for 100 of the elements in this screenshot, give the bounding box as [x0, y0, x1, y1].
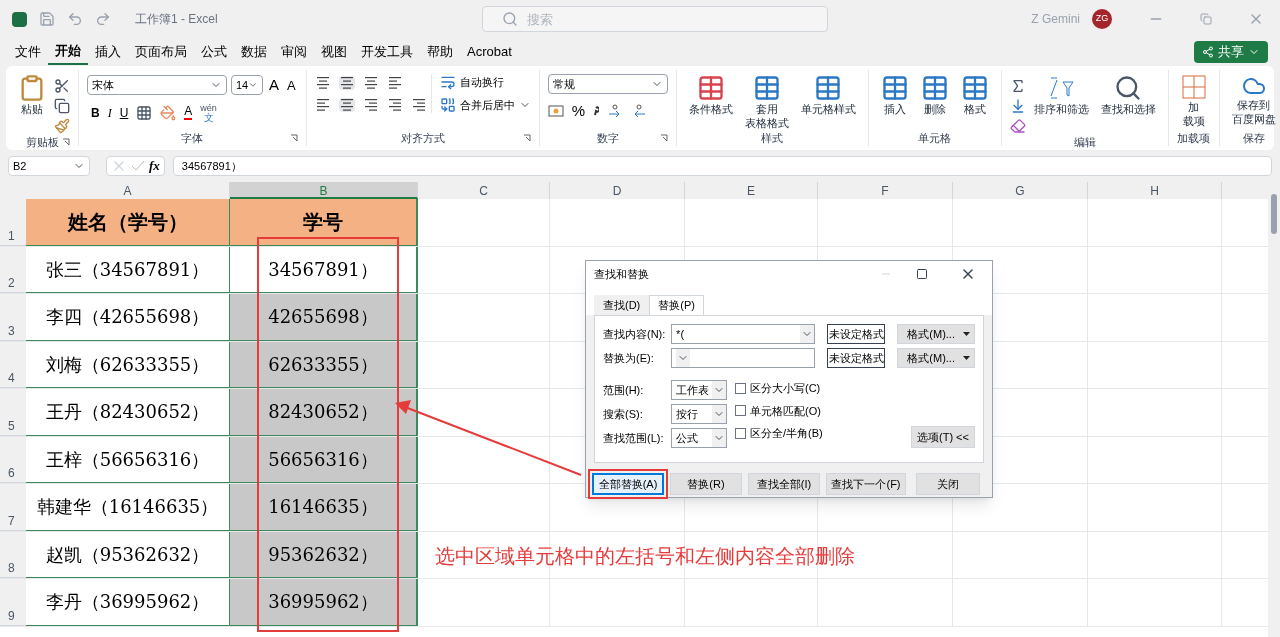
check-icon[interactable]	[131, 160, 145, 172]
share-icon	[1202, 46, 1214, 58]
dropdown[interactable]: 按行	[671, 404, 727, 424]
menu-tab[interactable]: 审阅	[274, 39, 314, 65]
row-header[interactable]: 3	[0, 294, 26, 341]
increase-indent-icon[interactable]	[410, 98, 427, 112]
copy-icon[interactable]	[54, 98, 70, 114]
align-left-icon[interactable]	[314, 98, 331, 112]
font-name-field[interactable]: 宋体	[87, 75, 227, 96]
dropdown[interactable]: 工作表	[671, 380, 727, 400]
menu-tab[interactable]: 公式	[194, 39, 234, 65]
column-header[interactable]: G	[953, 182, 1088, 199]
bottom-align-icon[interactable]	[362, 76, 379, 90]
font-size-field[interactable]: 14	[231, 75, 263, 96]
bold-button[interactable]: B	[91, 103, 100, 122]
italic-button[interactable]: I	[107, 103, 112, 122]
function-button[interactable]: fx	[149, 156, 160, 176]
styles-button[interactable]: 单元格样式	[796, 74, 860, 116]
menu-tab[interactable]: 插入	[88, 39, 128, 65]
row-header[interactable]: 4	[0, 341, 26, 388]
top-align-icon[interactable]	[314, 76, 331, 90]
column-header[interactable]: H	[1088, 182, 1222, 199]
menu-tab[interactable]: 帮助	[420, 39, 460, 65]
formula-field[interactable]: 34567891）	[172, 156, 1272, 176]
search-text-field[interactable]: *(	[671, 324, 815, 344]
row-header[interactable]: 2	[0, 246, 26, 293]
editing-button[interactable]: 查找和选择	[1096, 74, 1160, 116]
checkbox[interactable]	[735, 427, 746, 439]
menu-tab[interactable]: 文件	[8, 39, 48, 65]
merge-center-button[interactable]: 合并后居中	[439, 96, 531, 113]
search-field[interactable]: 搜索	[481, 6, 828, 32]
column-header[interactable]: E	[685, 182, 818, 199]
row-header[interactable]: 5	[0, 389, 26, 436]
row-header[interactable]: 6	[0, 436, 26, 483]
column-header[interactable]: F	[818, 182, 953, 199]
avatar[interactable]: ZG	[1092, 9, 1112, 29]
cells-button[interactable]: 格式	[956, 74, 993, 116]
menu-tab[interactable]: 页面布局	[128, 39, 194, 65]
format-button[interactable]: 格式(M)...	[897, 324, 975, 344]
underline-button[interactable]: U	[119, 103, 129, 122]
launcher-icon[interactable]	[522, 134, 531, 142]
launcher-icon[interactable]	[62, 138, 70, 146]
row-header[interactable]: 9	[0, 579, 26, 626]
maximize-icon[interactable]	[916, 268, 928, 280]
menu-tab[interactable]: 视图	[314, 39, 354, 65]
font-color-button[interactable]: A	[184, 105, 193, 120]
menu-tab[interactable]: 数据	[234, 39, 274, 65]
number-format-field[interactable]: 常规	[547, 74, 668, 94]
field-label: 搜索(S):	[603, 406, 644, 422]
merge-icon	[439, 96, 456, 113]
column-header[interactable]: C	[418, 182, 550, 199]
menu-tab[interactable]: Acrobat	[460, 39, 519, 65]
name-box[interactable]: B2	[8, 156, 90, 176]
addins-button[interactable]: 加 载项	[1176, 74, 1211, 128]
fill-color-icon[interactable]	[160, 104, 177, 121]
group-label: 保存	[1242, 131, 1265, 146]
field-label: 查找范围(L):	[603, 430, 665, 446]
percent-button[interactable]: %	[571, 100, 586, 123]
checkbox[interactable]	[735, 382, 746, 394]
checkbox[interactable]	[735, 405, 746, 417]
dialog-button[interactable]: 关闭	[916, 473, 980, 495]
column-header[interactable]: D	[550, 182, 685, 199]
cut-icon[interactable]	[54, 78, 70, 94]
share-button[interactable]: 共享	[1194, 41, 1268, 63]
launcher-icon[interactable]	[659, 134, 668, 142]
dropdown[interactable]: 公式	[671, 428, 727, 448]
row-header[interactable]: 1	[0, 199, 26, 246]
phonetic-button[interactable]: wén 文	[200, 102, 217, 123]
options-button[interactable]: 选项(T) <<	[911, 426, 975, 448]
paste-button[interactable]: 粘贴	[14, 74, 50, 116]
align-right-icon[interactable]	[362, 98, 379, 112]
border-icon[interactable]	[136, 104, 153, 121]
cells-button[interactable]: 插入	[876, 74, 913, 116]
checkbox-label: 区分全/半角(B)	[750, 426, 823, 441]
editing-button[interactable]: 排序和筛选	[1029, 74, 1093, 116]
search-text-field[interactable]	[671, 348, 815, 368]
vertical-scrollbar[interactable]	[1268, 182, 1280, 637]
dialog-button[interactable]: 查找下一个(F)	[826, 473, 906, 495]
format-button[interactable]: 格式(M)...	[897, 348, 975, 368]
menu-tab[interactable]: 开发工具	[354, 39, 420, 65]
wrap-text-button[interactable]: 自动换行	[439, 74, 531, 91]
dialog-tab[interactable]: 查找(D)	[594, 295, 650, 315]
dialog-button[interactable]: 查找全部(I)	[748, 473, 820, 495]
shrink-font-button[interactable]: A	[285, 75, 298, 95]
cells-button[interactable]: 删除	[916, 74, 953, 116]
decrease-indent-icon[interactable]	[386, 98, 403, 112]
launcher-icon[interactable]	[289, 134, 298, 142]
comma-icon[interactable]	[593, 105, 600, 118]
row-header[interactable]: 7	[0, 484, 26, 531]
dialog-tab[interactable]: 替换(P)	[649, 295, 704, 315]
orientation-icon[interactable]	[386, 76, 403, 90]
row-header[interactable]: 8	[0, 531, 26, 578]
middle-align-icon[interactable]	[338, 76, 355, 90]
align-center-icon[interactable]	[338, 98, 355, 112]
eraser-icon[interactable]	[1009, 118, 1026, 134]
save-to-cloud-button[interactable]: 保存到 百度网盘	[1227, 74, 1280, 126]
styles-button[interactable]: 套用 表格格式	[740, 74, 793, 130]
styles-button[interactable]: 条件格式	[684, 74, 737, 116]
dialog-button[interactable]: 替换(R)	[670, 473, 742, 495]
grow-font-button[interactable]: A	[267, 74, 281, 97]
